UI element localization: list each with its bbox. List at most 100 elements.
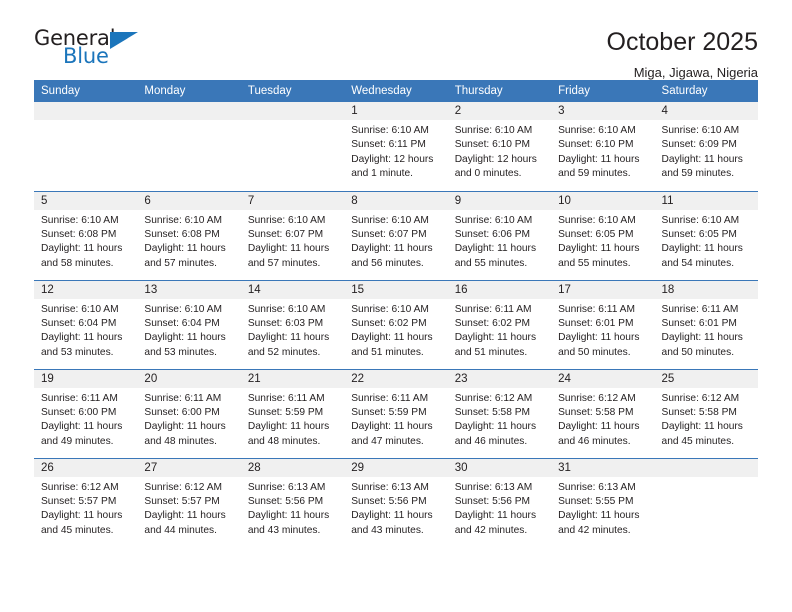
calendar-day-cell[interactable]: 18 Sunrise: 6:11 AM Sunset: 6:01 PM Dayligh… bbox=[654, 279, 758, 369]
daylight-text-line1: Daylight: 11 hours bbox=[351, 510, 433, 522]
sunrise-text: Sunrise: 6:12 AM bbox=[661, 392, 740, 404]
calendar-day-cell[interactable]: 13 Sunrise: 6:10 AM Sunset: 6:04 PM Dayligh… bbox=[137, 279, 241, 369]
daylight-text-line2: and 53 minutes. bbox=[41, 346, 114, 358]
calendar-cell-inner: 16 Sunrise: 6:11 AM Sunset: 6:02 PM Dayligh… bbox=[447, 280, 552, 369]
calendar-day-cell[interactable]: 4 Sunrise: 6:10 AM Sunset: 6:09 PM Daylight… bbox=[654, 102, 758, 191]
day-number: 21 bbox=[240, 369, 345, 388]
day-number bbox=[34, 102, 138, 120]
calendar-day-cell[interactable]: 7 Sunrise: 6:10 AM Sunset: 6:07 PM Daylight… bbox=[240, 190, 345, 280]
daylight-text-line1: Daylight: 11 hours bbox=[144, 332, 226, 344]
daylight-text-line1: Daylight: 11 hours bbox=[351, 421, 433, 433]
day-number: 31 bbox=[551, 458, 655, 477]
day-details: Sunrise: 6:10 AM Sunset: 6:08 PM Daylight:… bbox=[137, 210, 240, 272]
sunset-text: Sunset: 5:58 PM bbox=[661, 406, 737, 418]
day-number: 29 bbox=[344, 458, 448, 477]
daylight-text-line1: Daylight: 11 hours bbox=[351, 332, 433, 344]
logo-text-blue: Blue bbox=[63, 44, 109, 68]
calendar-day-cell[interactable]: 19 Sunrise: 6:11 AM Sunset: 6:00 PM Dayligh… bbox=[34, 368, 138, 458]
calendar-day-cell[interactable]: 27 Sunrise: 6:12 AM Sunset: 5:57 PM Dayligh… bbox=[137, 457, 241, 548]
calendar-cell-inner: 27 Sunrise: 6:12 AM Sunset: 5:57 PM Dayligh… bbox=[137, 458, 241, 548]
calendar-cell-inner: 9 Sunrise: 6:10 AM Sunset: 6:06 PM Daylight… bbox=[447, 191, 552, 280]
sunrise-text: Sunrise: 6:10 AM bbox=[144, 303, 223, 315]
daylight-text-line2: and 48 minutes. bbox=[247, 435, 321, 447]
calendar-day-cell[interactable]: 5 Sunrise: 6:10 AM Sunset: 6:08 PM Daylight… bbox=[34, 190, 138, 280]
daylight-text-line1: Daylight: 11 hours bbox=[454, 243, 537, 255]
calendar-day-cell[interactable]: 25 Sunrise: 6:12 AM Sunset: 5:58 PM Dayligh… bbox=[654, 368, 758, 458]
daylight-text-line1: Daylight: 11 hours bbox=[247, 332, 330, 344]
calendar-cell-inner: 6 Sunrise: 6:10 AM Sunset: 6:08 PM Daylight… bbox=[137, 191, 241, 280]
calendar-day-cell[interactable]: 16 Sunrise: 6:11 AM Sunset: 6:02 PM Dayligh… bbox=[447, 279, 552, 369]
daylight-text-line1: Daylight: 11 hours bbox=[558, 332, 640, 344]
day-number: 11 bbox=[654, 191, 758, 210]
calendar-day-cell[interactable]: 24 Sunrise: 6:12 AM Sunset: 5:58 PM Dayligh… bbox=[551, 368, 655, 458]
calendar-day-cell[interactable]: 11 Sunrise: 6:10 AM Sunset: 6:05 PM Dayligh… bbox=[654, 190, 758, 280]
calendar-day-cell[interactable]: 10 Sunrise: 6:10 AM Sunset: 6:05 PM Dayligh… bbox=[551, 190, 655, 280]
general-blue-logo[interactable]: General Blue bbox=[34, 28, 154, 74]
calendar-day-cell[interactable]: 31 Sunrise: 6:13 AM Sunset: 5:55 PM Dayligh… bbox=[551, 457, 655, 548]
daylight-text-line1: Daylight: 11 hours bbox=[454, 332, 537, 344]
day-number: 27 bbox=[137, 458, 241, 477]
day-number: 12 bbox=[34, 280, 138, 299]
calendar-cell-inner: 31 Sunrise: 6:13 AM Sunset: 5:55 PM Dayligh… bbox=[551, 458, 655, 548]
calendar-day-cell[interactable]: 29 Sunrise: 6:13 AM Sunset: 5:56 PM Dayligh… bbox=[344, 457, 448, 547]
calendar-cell-inner: 14 Sunrise: 6:10 AM Sunset: 6:03 PM Dayligh… bbox=[240, 280, 345, 369]
daylight-text-line1: Daylight: 11 hours bbox=[661, 153, 743, 165]
sunrise-text: Sunrise: 6:10 AM bbox=[661, 214, 740, 226]
calendar-day-cell[interactable]: 3 Sunrise: 6:10 AM Sunset: 6:10 PM Daylight… bbox=[551, 102, 655, 191]
calendar-day-cell[interactable]: 14 Sunrise: 6:10 AM Sunset: 6:03 PM Dayligh… bbox=[240, 279, 345, 369]
calendar-day-cell[interactable]: 6 Sunrise: 6:10 AM Sunset: 6:08 PM Daylight… bbox=[137, 190, 241, 280]
day-details: Sunrise: 6:13 AM Sunset: 5:56 PM Daylight:… bbox=[241, 477, 344, 539]
sunset-text: Sunset: 6:08 PM bbox=[144, 228, 220, 240]
weekday-header-tuesday: Tuesday bbox=[240, 80, 345, 102]
daylight-text-line2: and 50 minutes. bbox=[558, 346, 631, 358]
calendar-cell-inner: 18 Sunrise: 6:11 AM Sunset: 6:01 PM Dayligh… bbox=[654, 280, 758, 369]
calendar-cell-inner bbox=[34, 102, 138, 191]
sunset-text: Sunset: 5:55 PM bbox=[558, 495, 634, 507]
daylight-text-line2: and 59 minutes. bbox=[661, 168, 735, 180]
calendar-day-cell[interactable]: 15 Sunrise: 6:10 AM Sunset: 6:02 PM Dayligh… bbox=[344, 279, 448, 369]
calendar-day-cell[interactable]: 20 Sunrise: 6:11 AM Sunset: 6:00 PM Dayligh… bbox=[137, 368, 241, 458]
calendar-day-cell[interactable]: 22 Sunrise: 6:11 AM Sunset: 5:59 PM Dayligh… bbox=[344, 368, 448, 458]
sunrise-text: Sunrise: 6:13 AM bbox=[351, 481, 429, 493]
daylight-text-line2: and 44 minutes. bbox=[144, 524, 217, 536]
day-details: Sunrise: 6:11 AM Sunset: 6:02 PM Daylight:… bbox=[448, 299, 551, 361]
sunrise-text: Sunrise: 6:10 AM bbox=[247, 214, 326, 226]
calendar-day-cell[interactable]: 30 Sunrise: 6:13 AM Sunset: 5:56 PM Dayligh… bbox=[447, 457, 552, 547]
daylight-text-line1: Daylight: 11 hours bbox=[144, 421, 226, 433]
daylight-text-line1: Daylight: 11 hours bbox=[558, 243, 640, 255]
daylight-text-line1: Daylight: 11 hours bbox=[144, 510, 226, 522]
daylight-text-line2: and 43 minutes. bbox=[247, 524, 321, 536]
sunrise-text: Sunrise: 6:12 AM bbox=[454, 392, 533, 404]
calendar-day-cell[interactable]: 17 Sunrise: 6:11 AM Sunset: 6:01 PM Dayligh… bbox=[551, 279, 655, 369]
daylight-text-line2: and 57 minutes. bbox=[247, 257, 321, 269]
day-details: Sunrise: 6:10 AM Sunset: 6:06 PM Daylight:… bbox=[448, 210, 551, 272]
day-details bbox=[655, 477, 758, 481]
page-title: October 2025 bbox=[606, 28, 759, 56]
calendar-cell-inner: 26 Sunrise: 6:12 AM Sunset: 5:57 PM Dayligh… bbox=[34, 458, 138, 548]
calendar-day-cell[interactable]: 9 Sunrise: 6:10 AM Sunset: 6:06 PM Daylight… bbox=[447, 190, 552, 280]
calendar-day-cell[interactable]: 2 Sunrise: 6:10 AM Sunset: 6:10 PM Daylight… bbox=[447, 102, 552, 191]
calendar-day-cell[interactable]: 21 Sunrise: 6:11 AM Sunset: 5:59 PM Dayligh… bbox=[240, 368, 345, 458]
daylight-text-line1: Daylight: 11 hours bbox=[247, 243, 330, 255]
sunrise-text: Sunrise: 6:10 AM bbox=[454, 214, 533, 226]
calendar-day-cell[interactable]: 23 Sunrise: 6:12 AM Sunset: 5:58 PM Dayligh… bbox=[447, 368, 552, 458]
calendar-day-cell[interactable]: 28 Sunrise: 6:13 AM Sunset: 5:56 PM Dayligh… bbox=[240, 457, 345, 547]
day-details bbox=[241, 120, 344, 124]
calendar-day-cell[interactable]: 12 Sunrise: 6:10 AM Sunset: 6:04 PM Dayligh… bbox=[34, 279, 138, 369]
calendar-cell-inner: 12 Sunrise: 6:10 AM Sunset: 6:04 PM Dayligh… bbox=[34, 280, 138, 369]
sunset-text: Sunset: 6:05 PM bbox=[558, 228, 634, 240]
calendar-day-cell[interactable]: 1 Sunrise: 6:10 AM Sunset: 6:11 PM Daylight… bbox=[344, 102, 448, 191]
calendar-cell-inner: 24 Sunrise: 6:12 AM Sunset: 5:58 PM Dayligh… bbox=[551, 369, 655, 458]
calendar-week-row: 19 Sunrise: 6:11 AM Sunset: 6:00 PM Dayligh… bbox=[34, 368, 758, 458]
calendar-day-cell[interactable]: 8 Sunrise: 6:10 AM Sunset: 6:07 PM Daylight… bbox=[344, 190, 448, 280]
daylight-text-line2: and 46 minutes. bbox=[558, 435, 631, 447]
day-details: Sunrise: 6:11 AM Sunset: 5:59 PM Daylight:… bbox=[344, 388, 447, 450]
calendar-cell-empty bbox=[240, 102, 345, 191]
sunset-text: Sunset: 6:10 PM bbox=[558, 139, 634, 151]
calendar-day-cell[interactable]: 26 Sunrise: 6:12 AM Sunset: 5:57 PM Dayligh… bbox=[34, 457, 138, 548]
daylight-text-line1: Daylight: 11 hours bbox=[661, 332, 743, 344]
sunset-text: Sunset: 6:06 PM bbox=[454, 228, 531, 240]
sunset-text: Sunset: 6:02 PM bbox=[351, 317, 427, 329]
sunset-text: Sunset: 6:01 PM bbox=[661, 317, 737, 329]
daylight-text-line1: Daylight: 11 hours bbox=[144, 243, 226, 255]
